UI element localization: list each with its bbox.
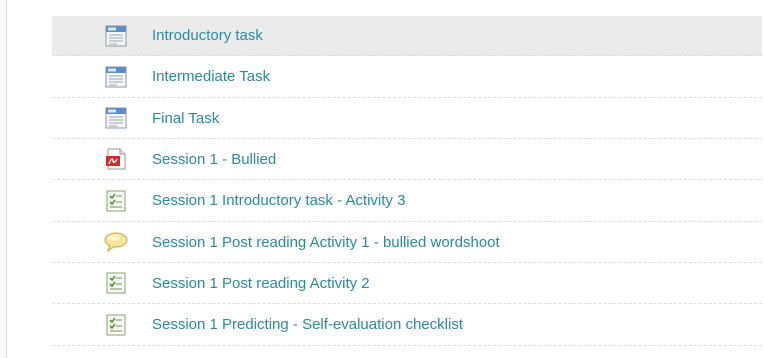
list-item: Session 1 Predicting - Self-evaluation c… (52, 304, 762, 346)
course-page: Introductory task Intermediate Task Fina… (0, 0, 764, 358)
activity-label: Session 1 - Bullied (152, 150, 277, 168)
activity-label: Session 1 Post reading Activity 1 - bull… (152, 233, 500, 251)
activity-link-session-1-post-reading-activity-1[interactable]: Session 1 Post reading Activity 1 - bull… (52, 230, 500, 254)
list-item: Session 1 - Bullied (52, 139, 762, 180)
activity-link-session-1-introductory-activity-3[interactable]: Session 1 Introductory task - Activity 3 (52, 189, 405, 213)
assignment-icon (104, 106, 128, 130)
activity-label: Final Task (152, 109, 220, 127)
list-item: Session 1 Introductory task - Activity 3 (52, 180, 762, 222)
list-item: Session 1 Post reading Activity 1 - bull… (52, 222, 762, 263)
activity-label: Introductory task (152, 27, 263, 44)
left-border (0, 0, 7, 358)
activity-link-introductory-task[interactable]: Introductory task (52, 24, 263, 48)
list-item: Session 1 Post reading Activity 2 (52, 263, 762, 304)
list-item: Intermediate Task (52, 56, 762, 98)
checklist-icon (104, 313, 128, 337)
activity-label: Intermediate Task (152, 68, 271, 85)
pdf-file-icon (104, 147, 128, 171)
assignment-icon (104, 24, 128, 48)
activity-label: Session 1 Post reading Activity 2 (152, 274, 370, 292)
activity-link-session-1-bullied[interactable]: Session 1 - Bullied (52, 147, 276, 171)
checklist-icon (104, 271, 128, 295)
activity-label: Session 1 Predicting - Self-evaluation c… (152, 316, 463, 333)
activity-link-session-1-predicting[interactable]: Session 1 Predicting - Self-evaluation c… (52, 313, 463, 337)
assignment-icon (104, 65, 128, 89)
activity-label: Session 1 Introductory task - Activity 3 (152, 192, 406, 209)
list-item: Final Task (52, 98, 762, 139)
activity-link-session-1-post-reading-activity-2[interactable]: Session 1 Post reading Activity 2 (52, 271, 370, 295)
checklist-icon (104, 189, 128, 213)
activity-list: Introductory task Intermediate Task Fina… (52, 16, 762, 346)
chat-bubble-icon (104, 230, 128, 254)
activity-link-final-task[interactable]: Final Task (52, 106, 219, 130)
activity-link-intermediate-task[interactable]: Intermediate Task (52, 65, 270, 89)
list-item: Introductory task (52, 16, 762, 56)
